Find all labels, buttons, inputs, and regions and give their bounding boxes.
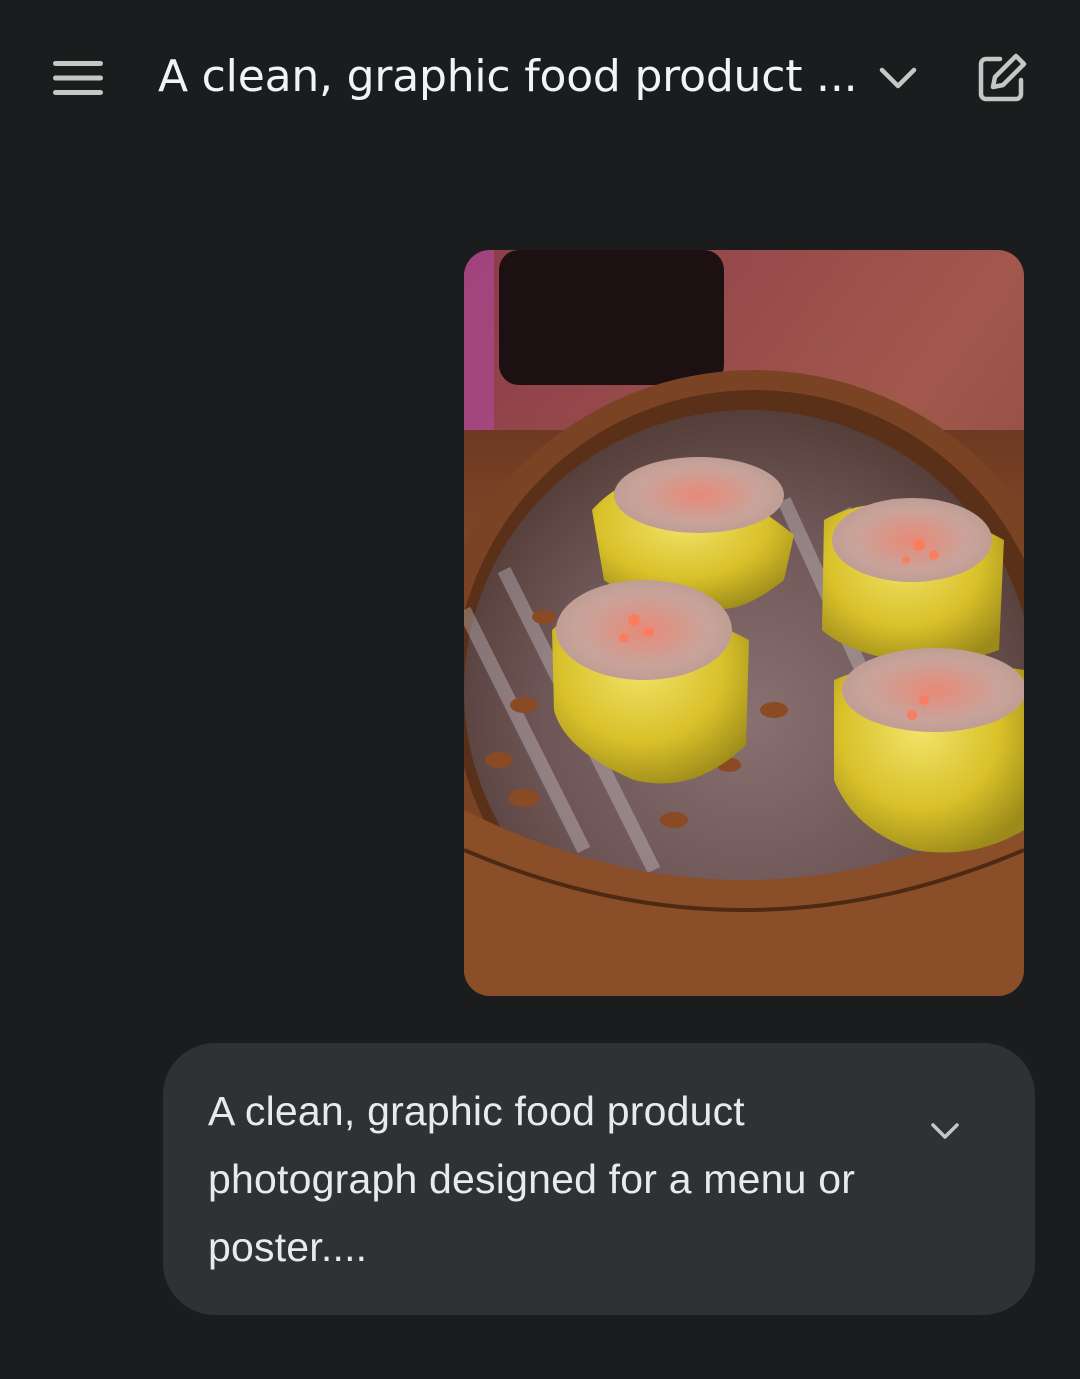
top-app-bar: A clean, graphic food product ... (0, 0, 1080, 160)
edit-square-icon (978, 53, 1027, 102)
dumplings-steamer-image (464, 250, 1024, 996)
chevron-down-icon (879, 67, 917, 89)
expand-prompt-button[interactable] (917, 1103, 973, 1159)
attached-photo[interactable] (464, 250, 1024, 996)
prompt-text: A clean, graphic food product photograph… (208, 1088, 856, 1270)
conversation-title[interactable]: A clean, graphic food product ... (158, 46, 858, 108)
user-prompt-bubble[interactable]: A clean, graphic food product photograph… (163, 1043, 1035, 1315)
title-dropdown-button[interactable] (866, 46, 930, 110)
new-chat-button[interactable] (968, 44, 1036, 112)
chat-screen: A clean, graphic food product ... A clea… (0, 0, 1080, 1379)
hamburger-menu-icon (53, 61, 103, 95)
menu-button[interactable] (40, 46, 118, 110)
chevron-down-icon (931, 1123, 959, 1139)
